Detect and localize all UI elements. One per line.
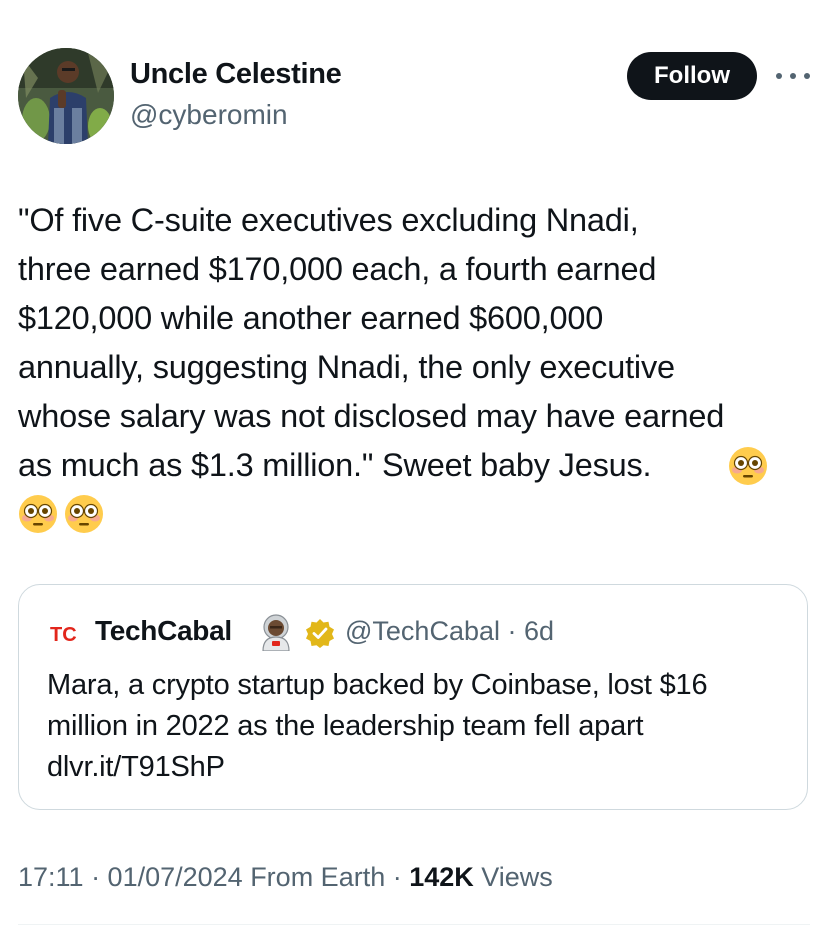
emoji-row — [18, 494, 104, 534]
quoted-handle-time[interactable]: @TechCabal · 6d — [345, 616, 554, 647]
dot — [776, 73, 782, 79]
astronaut-icon — [257, 613, 295, 651]
more-options-icon[interactable] — [776, 64, 810, 88]
dot — [804, 73, 810, 79]
avatar-photo-icon — [18, 48, 114, 144]
divider — [18, 924, 810, 925]
verified-badge-icon — [305, 618, 335, 648]
quoted-author-name[interactable]: TechCabal — [95, 615, 232, 647]
tweet-text: "Of five C-suite executives excluding Nn… — [18, 202, 725, 483]
dot — [790, 73, 796, 79]
tweet-page: Uncle Celestine @cyberomin Follow "Of fi… — [0, 0, 828, 929]
views-label: Views — [473, 862, 553, 892]
views-count[interactable]: 142K — [409, 862, 474, 892]
flushed-face-icon — [64, 494, 104, 534]
author-handle[interactable]: @cyberomin — [130, 99, 288, 131]
flushed-face-icon — [728, 446, 768, 486]
follow-button[interactable]: Follow — [627, 52, 757, 100]
logo-text: TC — [50, 624, 77, 645]
techcabal-logo-icon: TC — [49, 621, 79, 645]
author-avatar[interactable] — [18, 48, 114, 144]
quoted-tweet-card[interactable]: TC TechCabal @TechCabal · 6d Mara, a cry… — [18, 584, 808, 810]
tweet-meta: 17:11 · 01/07/2024 From Earth · 142K Vie… — [18, 862, 553, 893]
flushed-face-icon — [18, 494, 58, 534]
timestamp[interactable]: 17:11 · 01/07/2024 From Earth · — [18, 862, 409, 892]
author-name[interactable]: Uncle Celestine — [130, 58, 342, 91]
quoted-tweet-text: Mara, a crypto startup backed by Coinbas… — [47, 669, 708, 783]
